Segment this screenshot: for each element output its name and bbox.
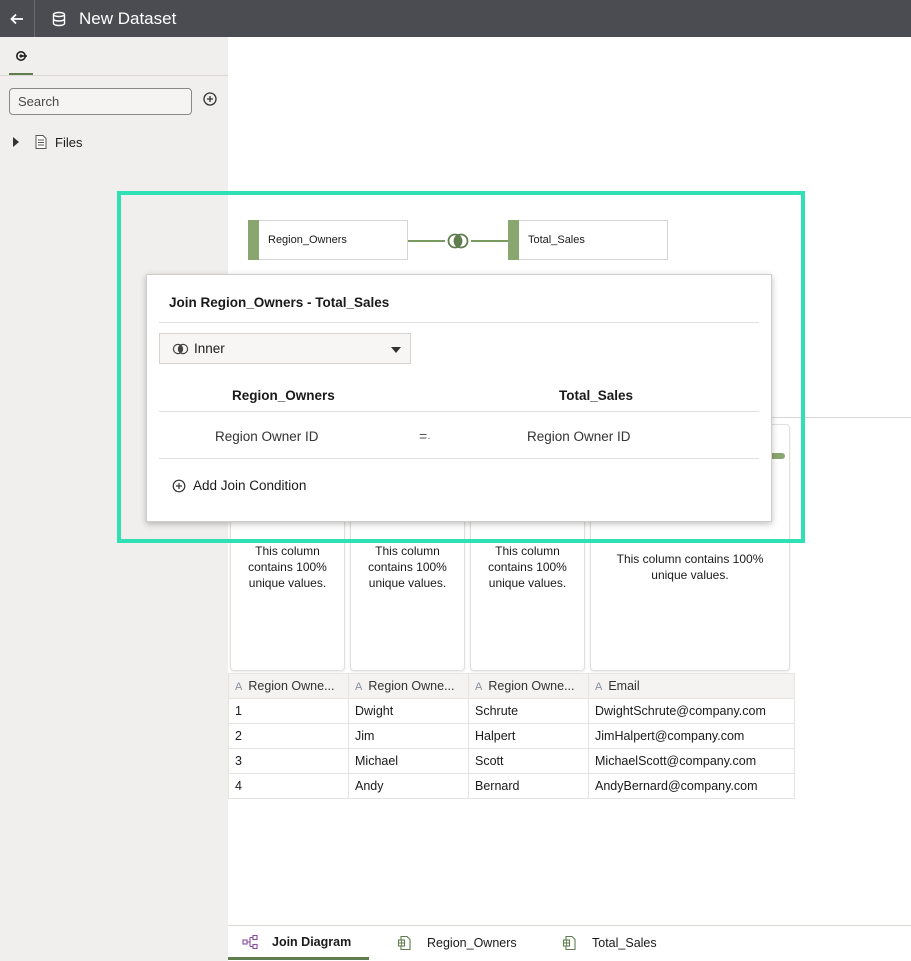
column-header[interactable]: A Email: [588, 673, 795, 699]
left-table-header: Region_Owners: [232, 388, 335, 403]
table-cell[interactable]: MichaelScott@company.com: [588, 748, 795, 774]
text-type-icon: A: [355, 681, 363, 693]
join-type-value: Inner: [194, 341, 225, 356]
table-cell[interactable]: JimHalpert@company.com: [588, 723, 795, 749]
dataset-icon: [51, 11, 67, 27]
join-diagram-icon: [242, 934, 258, 950]
tree-item-files[interactable]: Files: [10, 133, 82, 151]
profile-bar: [770, 453, 785, 459]
table-cell[interactable]: 4: [228, 773, 349, 799]
tab-label: Region_Owners: [427, 935, 517, 950]
divider: [159, 458, 759, 459]
table-row: 3 Michael Scott MichaelScott@company.com: [228, 748, 795, 774]
divider: [159, 322, 759, 323]
tab-label: Total_Sales: [592, 935, 657, 950]
add-join-condition-button[interactable]: Add Join Condition: [172, 478, 306, 493]
tab-label: Join Diagram: [272, 934, 352, 949]
table-file-icon: [397, 935, 413, 951]
right-join-column[interactable]: Region Owner ID: [527, 429, 631, 444]
connection-icon: [16, 51, 27, 61]
file-icon: [33, 134, 49, 150]
node-label: Total_Sales: [528, 234, 585, 246]
table-file-icon: [562, 935, 578, 951]
table-row: 2 Jim Halpert JimHalpert@company.com: [228, 723, 795, 749]
table-cell[interactable]: Dwight: [348, 698, 469, 724]
tab-region-owners[interactable]: Region_Owners: [397, 926, 517, 959]
join-operator[interactable]: =·: [419, 428, 431, 444]
column-header[interactable]: A Region Owne...: [468, 673, 589, 699]
table-cell[interactable]: 2: [228, 723, 349, 749]
chevron-down-icon: [391, 347, 401, 353]
table-cell[interactable]: DwightSchrute@company.com: [588, 698, 795, 724]
node-total-sales[interactable]: Total_Sales: [508, 220, 668, 260]
table-cell[interactable]: Jim: [348, 723, 469, 749]
node-color-bar: [508, 220, 519, 260]
table-cell[interactable]: 1: [228, 698, 349, 724]
header-bar: New Dataset: [0, 0, 911, 37]
join-type-select[interactable]: Inner: [159, 333, 411, 364]
text-type-icon: A: [595, 681, 603, 693]
connections-tab[interactable]: [9, 45, 33, 76]
table-row: 1 Dwight Schrute DwightSchrute@company.c…: [228, 698, 795, 724]
join-popup: Join Region_Owners - Total_Sales Inner R…: [146, 274, 772, 522]
node-color-bar: [248, 220, 259, 260]
profile-message: This column contains 100% unique values.: [488, 544, 567, 590]
table-row: 4 Andy Bernard AndyBernard@company.com: [228, 773, 795, 799]
left-join-column[interactable]: Region Owner ID: [215, 429, 319, 444]
divider: [159, 411, 759, 412]
column-header[interactable]: A Region Owne...: [348, 673, 469, 699]
table-header-row: A Region Owne... A Region Owne... A Region …: [228, 673, 795, 699]
table-cell[interactable]: 3: [228, 748, 349, 774]
table-cell[interactable]: AndyBernard@company.com: [588, 773, 795, 799]
text-type-icon: A: [235, 681, 243, 693]
table-cell[interactable]: Schrute: [468, 698, 589, 724]
profile-message: This column contains 100% unique values.: [248, 544, 327, 590]
node-label: Region_Owners: [268, 234, 347, 246]
right-table-header: Total_Sales: [559, 388, 634, 403]
table-cell[interactable]: Bernard: [468, 773, 589, 799]
page-title: New Dataset: [79, 8, 177, 28]
tree-item-label: Files: [55, 134, 83, 150]
bottom-tab-bar: Join Diagram Region_Owners Total_Sales: [228, 925, 911, 961]
plus-circle-icon: [172, 479, 186, 493]
expand-caret-icon[interactable]: [13, 137, 19, 147]
node-region-owners[interactable]: Region_Owners: [248, 220, 408, 260]
text-type-icon: A: [475, 681, 483, 693]
table-cell[interactable]: Halpert: [468, 723, 589, 749]
add-source-icon[interactable]: [202, 91, 218, 107]
column-header[interactable]: A Region Owne...: [228, 673, 349, 699]
profile-message: This column contains 100% unique values.: [616, 552, 764, 582]
data-preview-table: A Region Owne... A Region Owne... A Region …: [228, 673, 795, 799]
inner-join-icon: [172, 343, 189, 355]
tab-join-diagram[interactable]: Join Diagram: [228, 926, 369, 960]
add-join-condition-label: Add Join Condition: [193, 478, 307, 493]
table-cell[interactable]: Andy: [348, 773, 469, 799]
tab-total-sales[interactable]: Total_Sales: [562, 926, 657, 959]
back-button[interactable]: [0, 0, 35, 37]
back-arrow-icon: [10, 13, 23, 24]
table-cell[interactable]: Michael: [348, 748, 469, 774]
tab-divider: [0, 75, 228, 76]
profile-message: This column contains 100% unique values.: [368, 544, 447, 590]
table-cell[interactable]: Scott: [468, 748, 589, 774]
search-input[interactable]: Search: [9, 88, 192, 115]
join-venn-icon[interactable]: [445, 232, 471, 250]
join-popup-title: Join Region_Owners - Total_Sales: [169, 295, 390, 310]
